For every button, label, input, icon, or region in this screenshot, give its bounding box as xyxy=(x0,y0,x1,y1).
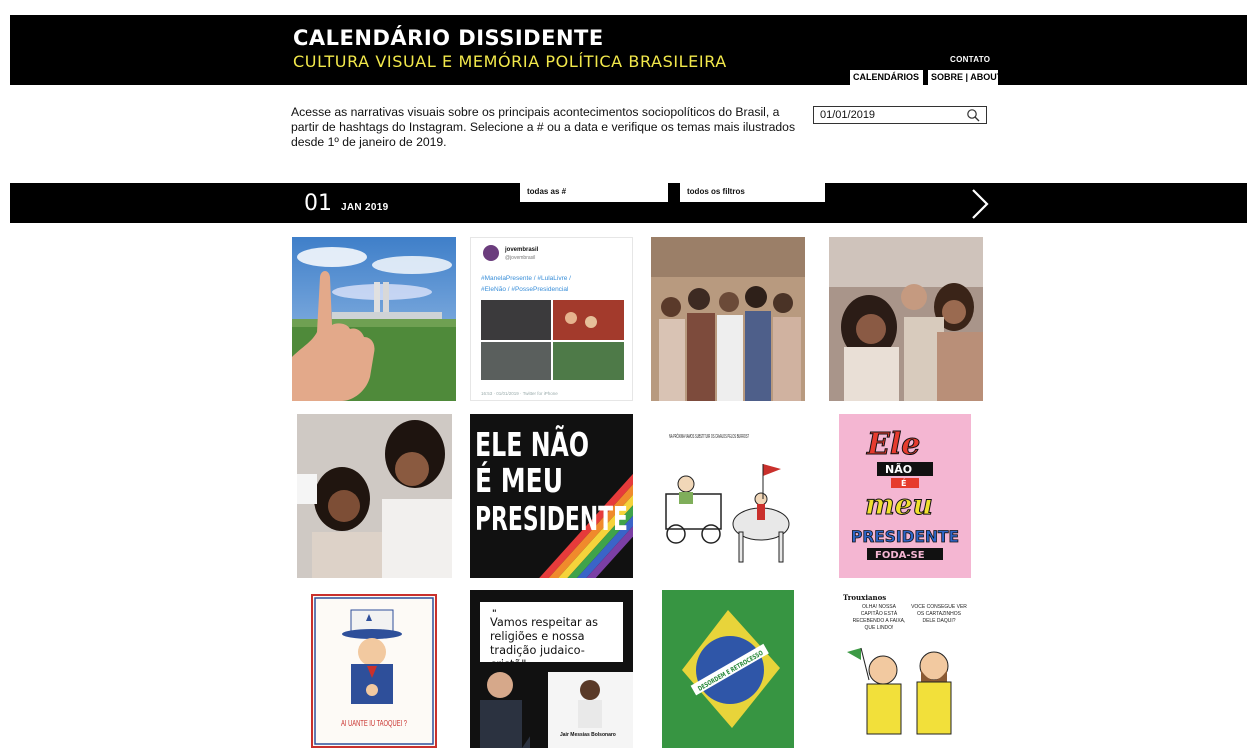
lettering-nao: NÃO xyxy=(885,463,912,476)
tweet-line-1: #ManelaPresente / #LulaLivre / xyxy=(481,275,571,282)
tweet-name: jovembrasil xyxy=(504,247,539,253)
cartoon-caption: NA PRÓXIMA VAMOS SUBSTITUIR OS CAVALOS P… xyxy=(669,433,749,440)
tweet-handle: @jovembrasil xyxy=(505,255,535,261)
poster-ele-nao-e-meu-presidente[interactable]: ELE NÃO É MEU PRESIDENTE xyxy=(470,414,633,578)
date-search-box[interactable] xyxy=(813,106,987,124)
cartoon-carriage[interactable]: NA PRÓXIMA VAMOS SUBSTITUIR OS CAVALOS P… xyxy=(651,414,805,578)
uncle-sam-caption: AI UANTE IU TAOQUEI ? xyxy=(341,719,407,728)
site-subtitle: CULTURA VISUAL E MEMÓRIA POLÍTICA BRASIL… xyxy=(293,52,727,71)
poster-brazil-flag-desordem[interactable]: DESORDEM E RETROCESSO xyxy=(662,590,794,748)
nav-sobre-button[interactable]: SOBRE | ABOUT xyxy=(928,70,1002,85)
chevron-right-icon[interactable] xyxy=(965,187,995,221)
photo-women-portrait[interactable] xyxy=(297,414,452,578)
site-header: CALENDÁRIO DISSIDENTE CULTURA VISUAL E M… xyxy=(10,15,1247,85)
search-icon[interactable] xyxy=(966,108,980,122)
all-filters-dropdown[interactable]: todos os filtros xyxy=(680,183,825,202)
quote-text: Vamos respeitar as religiões e nossa tra… xyxy=(490,616,599,664)
lettering-e: É xyxy=(901,477,906,488)
photo-women-celebrating[interactable] xyxy=(829,237,983,401)
poster-uncle-sam[interactable]: AI UANTE IU TAOQUEI ? xyxy=(311,594,437,748)
tweet-screenshot[interactable]: jovembrasil @jovembrasil #ManelaPresente… xyxy=(470,237,633,401)
poster-line-1: ELE NÃO xyxy=(475,424,589,464)
poster-line-2: É MEU xyxy=(475,460,563,500)
date-search-input[interactable] xyxy=(814,107,970,123)
lettering-presidente: PRESIDENTE xyxy=(851,527,959,546)
photo-congress-gesture[interactable] xyxy=(292,237,456,401)
date-month: JAN 2019 xyxy=(341,202,389,213)
cartoon-trouxianos[interactable]: Trouxianos OLHA! NOSSA CAPITÃO ESTÁ RECE… xyxy=(839,590,971,748)
date-day: 01 xyxy=(304,191,332,216)
intro-text: Acesse as narrativas visuais sobre os pr… xyxy=(291,105,796,149)
trouxianos-title: Trouxianos xyxy=(843,593,886,602)
tweet-footer: 16:53 · 01/01/2019 · Twitter for iPhone xyxy=(481,391,558,396)
hashtag-filter-dropdown[interactable]: todas as # xyxy=(520,183,668,202)
quote-bolsonaro[interactable]: " Vamos respeitar as religiões e nossa t… xyxy=(470,590,633,748)
poster-line-3: PRESIDENTE xyxy=(475,499,628,538)
quote-author: Jair Messias Bolsonaro xyxy=(560,732,616,738)
date-bar: 01 JAN 2019 todas as # todos os filtros xyxy=(10,183,1247,223)
nav-contato-link[interactable]: CONTATO xyxy=(950,55,990,64)
site-title[interactable]: CALENDÁRIO DISSIDENTE xyxy=(293,26,604,50)
poster-ele-nao-lettering[interactable]: Ele NÃO É meu PRESIDENTE FODA-SE xyxy=(839,414,971,578)
nav-calendarios-button[interactable]: CALENDÁRIOS xyxy=(850,70,923,85)
photo-group-people[interactable] xyxy=(651,237,805,401)
lettering-fodase: FODA-SE xyxy=(875,550,925,561)
lettering-ele: Ele xyxy=(866,427,920,462)
lettering-meu: meu xyxy=(865,488,933,521)
tweet-line-2: #EleNão / #PossePresidencial xyxy=(481,286,569,293)
trouxianos-right-speech: VOCÊ CONSEGUE VER OS CARTAZINHOS DELE DA… xyxy=(911,604,967,624)
trouxianos-left-speech: OLHA! NOSSA CAPITÃO ESTÁ RECEBENDO A FAI… xyxy=(852,604,906,631)
